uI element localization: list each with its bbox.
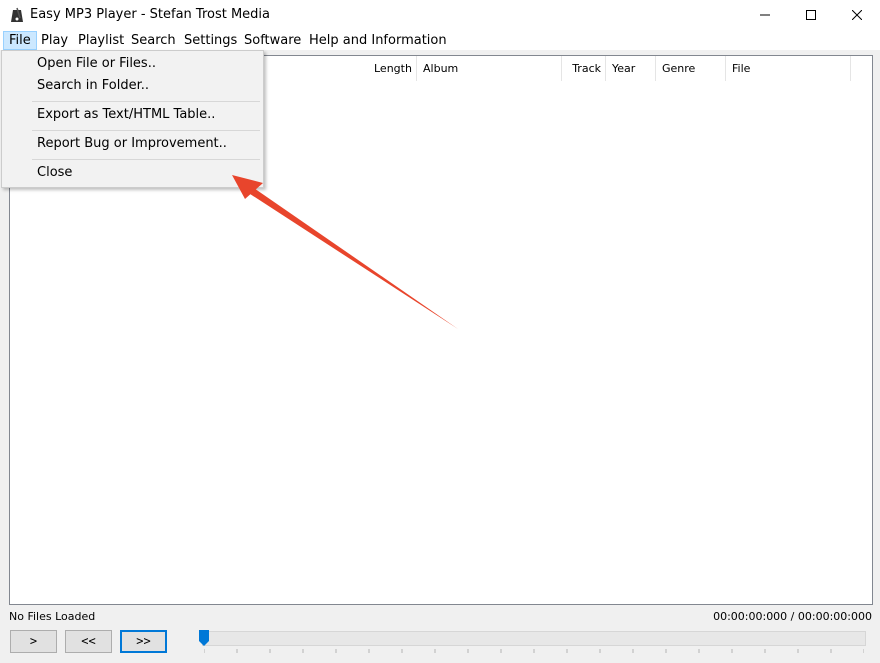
- menu-play[interactable]: Play: [36, 31, 73, 50]
- column-genre[interactable]: Genre: [656, 56, 726, 81]
- file-menu-dropdown: Open File or Files.. Search in Folder.. …: [1, 50, 264, 188]
- seek-slider-thumb[interactable]: [199, 630, 209, 646]
- menu-search-folder[interactable]: Search in Folder..: [4, 75, 261, 97]
- menu-separator: [32, 159, 260, 160]
- column-year[interactable]: Year: [606, 56, 656, 81]
- column-album[interactable]: Album: [417, 56, 562, 81]
- close-icon: [852, 10, 862, 20]
- previous-button[interactable]: <<: [65, 630, 112, 653]
- window-title: Easy MP3 Player - Stefan Trost Media: [30, 7, 270, 22]
- title-bar[interactable]: Easy MP3 Player - Stefan Trost Media: [0, 0, 880, 30]
- minimize-icon: [760, 14, 770, 16]
- menu-search[interactable]: Search: [126, 31, 181, 50]
- menu-export-table[interactable]: Export as Text/HTML Table..: [4, 104, 261, 126]
- close-button[interactable]: [834, 0, 880, 30]
- menu-bar: File Play Playlist Search Settings Softw…: [0, 30, 880, 50]
- play-button[interactable]: >: [10, 630, 57, 653]
- menu-playlist[interactable]: Playlist: [73, 31, 129, 50]
- minimize-button[interactable]: [742, 0, 788, 30]
- column-length[interactable]: Length: [368, 56, 417, 81]
- app-window: Easy MP3 Player - Stefan Trost Media Fil…: [0, 0, 880, 663]
- seek-slider-track[interactable]: [202, 631, 866, 646]
- maximize-button[interactable]: [788, 0, 834, 30]
- menu-report-bug[interactable]: Report Bug or Improvement..: [4, 133, 261, 155]
- menu-software[interactable]: Software: [239, 31, 306, 50]
- menu-help[interactable]: Help and Information: [304, 31, 452, 50]
- seek-ticks: [204, 649, 864, 653]
- time-display: 00:00:00:000 / 00:00:00:000: [713, 610, 872, 623]
- menu-separator: [32, 130, 260, 131]
- menu-open-files[interactable]: Open File or Files..: [4, 53, 261, 75]
- menu-separator: [32, 101, 260, 102]
- app-icon: [11, 7, 23, 22]
- maximize-icon: [806, 10, 816, 20]
- next-button[interactable]: >>: [120, 630, 167, 653]
- menu-settings[interactable]: Settings: [179, 31, 242, 50]
- menu-close[interactable]: Close: [4, 162, 261, 184]
- status-text: No Files Loaded: [9, 610, 96, 623]
- column-file[interactable]: File: [726, 56, 851, 81]
- menu-file[interactable]: File: [3, 31, 37, 50]
- column-track[interactable]: Track: [562, 56, 606, 81]
